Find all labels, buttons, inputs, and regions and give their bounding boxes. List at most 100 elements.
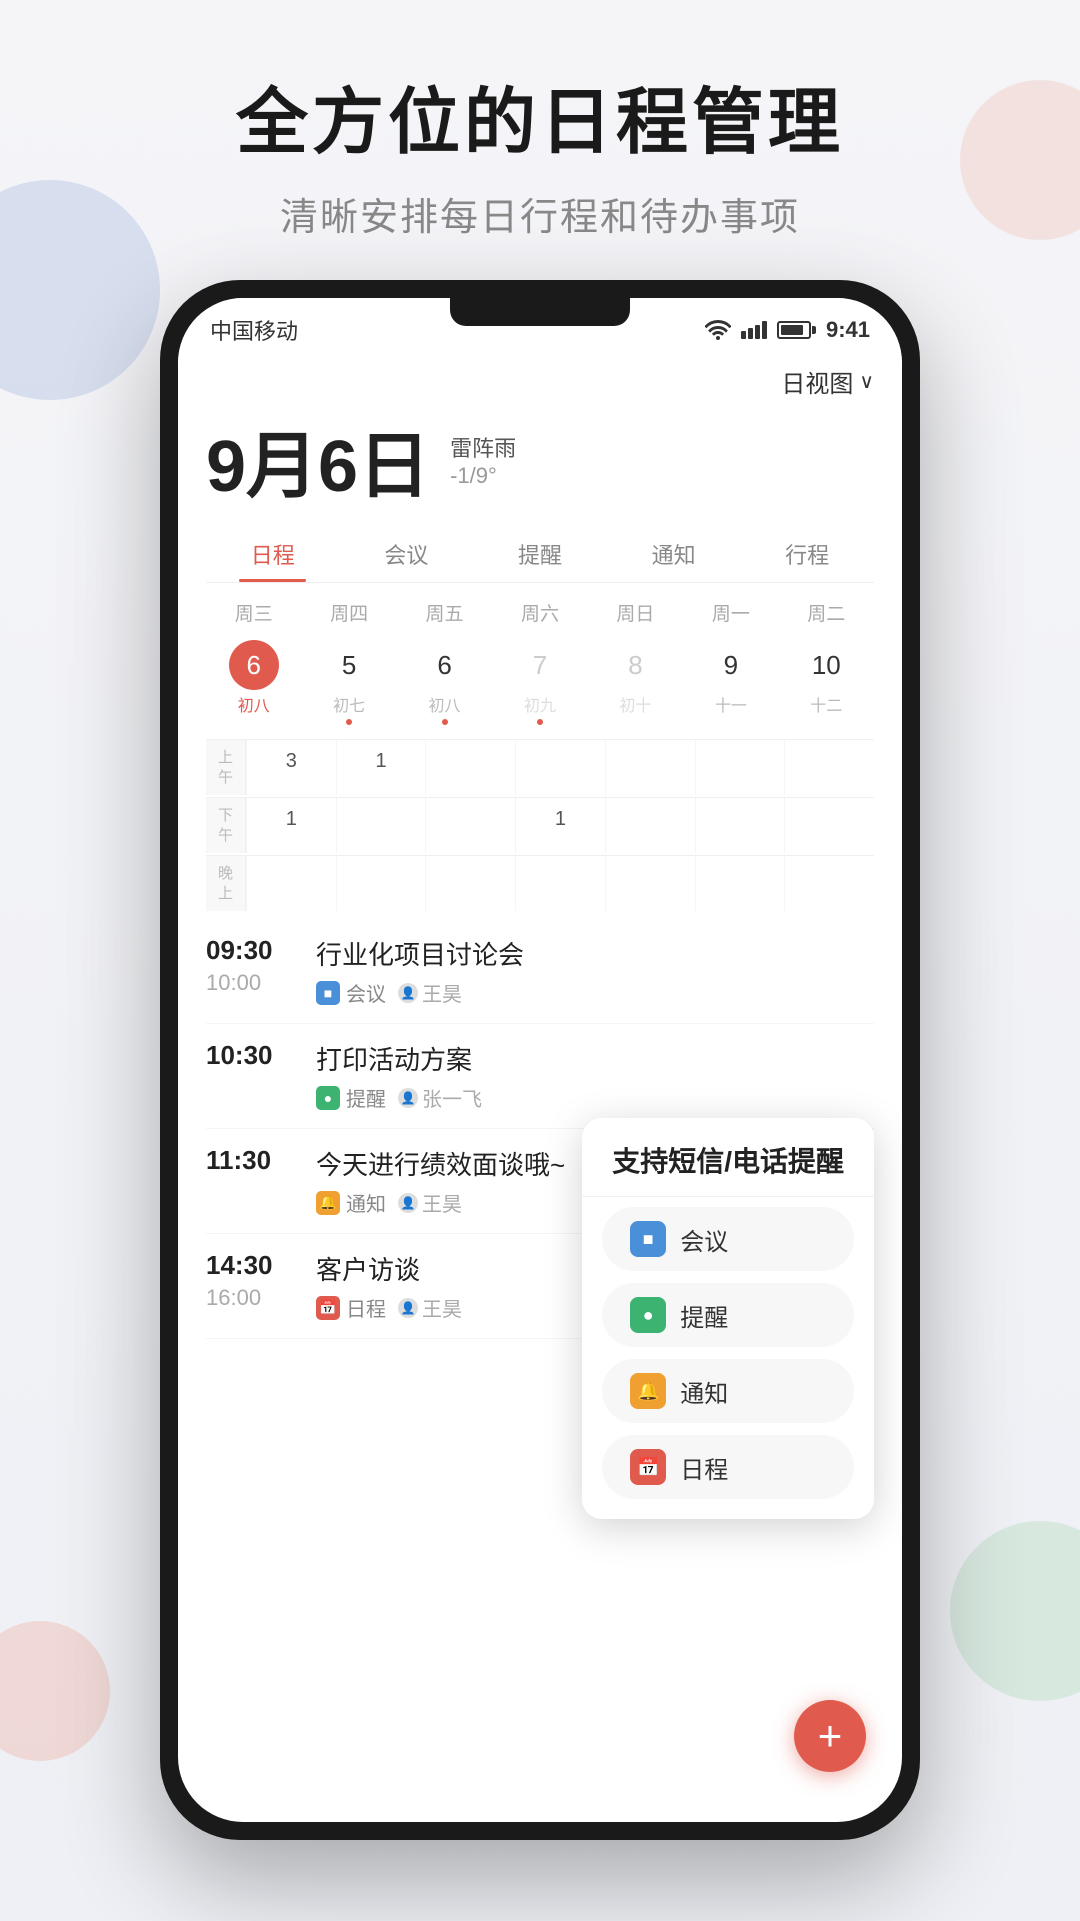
type-label-1: 提醒 [346, 1083, 386, 1112]
event-col-1: 打印活动方案 ● 提醒 👤 张一飞 [316, 1040, 874, 1112]
period-cell-a1 [336, 798, 426, 853]
phone-screen: 中国移动 [178, 298, 902, 1822]
view-selector[interactable]: 日视图 ∨ [781, 364, 874, 399]
type-label-2: 通知 [346, 1188, 386, 1217]
period-label-afternoon: 下 午 [206, 798, 246, 853]
period-cell-m2 [425, 740, 515, 795]
time-start-1: 10:30 [206, 1040, 273, 1071]
time-col-1: 10:30 [206, 1040, 296, 1071]
event-meta-1: ● 提醒 👤 张一飞 [316, 1083, 874, 1112]
period-cell-e5 [695, 856, 785, 911]
date-cell-3[interactable]: 7 初九 [492, 634, 587, 731]
date-cell-0[interactable]: 6 初八 [206, 634, 301, 731]
bg-decoration-green [950, 1521, 1080, 1701]
date-cell-2[interactable]: 6 初八 [397, 634, 492, 731]
lunar-day-6: 十二 [810, 692, 842, 716]
period-cell-a0: 1 [246, 798, 336, 853]
period-cell-m4 [605, 740, 695, 795]
period-grid-evening: 晚 上 [206, 855, 874, 911]
tab-schedule[interactable]: 日程 [206, 528, 340, 582]
tooltip-action-notify[interactable]: 🔔 通知 [602, 1359, 854, 1423]
phone-notch [450, 298, 630, 326]
period-label-evening: 晚 上 [206, 856, 246, 911]
tab-notify[interactable]: 通知 [607, 528, 741, 582]
tab-bar: 日程 会议 提醒 通知 行程 [206, 528, 874, 583]
time-col-2: 11:30 [206, 1145, 296, 1176]
tooltip-action-schedule[interactable]: 📅 日程 [602, 1435, 854, 1499]
person-icon-1: 👤 [398, 1088, 418, 1108]
weather-temp: -1/9° [450, 463, 516, 489]
period-grid-afternoon: 下 午 1 1 [206, 797, 874, 853]
date-cell-1[interactable]: 5 初七 [301, 634, 396, 731]
lunar-day-0: 初八 [238, 692, 270, 716]
period-cell-a5 [695, 798, 785, 853]
lunar-day-2: 初八 [429, 692, 461, 716]
event-type-1: ● 提醒 [316, 1083, 386, 1112]
period-cell-m6 [784, 740, 874, 795]
event-type-0: ■ 会议 [316, 978, 386, 1007]
time-col-3: 14:30 16:00 [206, 1250, 296, 1311]
type-icon-schedule-3: 📅 [316, 1296, 340, 1320]
event-type-2: 🔔 通知 [316, 1188, 386, 1217]
period-cell-e0 [246, 856, 336, 911]
week-dates: 6 初八 5 初七 6 初八 7 [206, 634, 874, 731]
date-number-2: 6 [420, 640, 470, 690]
tooltip-action-meeting[interactable]: ■ 会议 [602, 1207, 854, 1271]
tooltip-action-reminder[interactable]: ● 提醒 [602, 1283, 854, 1347]
date-number-1: 5 [324, 640, 374, 690]
date-cell-6[interactable]: 10 十二 [779, 634, 874, 731]
weekday-label-0: 周三 [206, 595, 301, 630]
week-header: 周三 周四 周五 周六 周日 周一 周二 [206, 595, 874, 630]
tooltip-icon-meeting: ■ [630, 1221, 666, 1257]
view-selector-label: 日视图 [781, 364, 853, 399]
wifi-icon [705, 320, 731, 340]
schedule-item-0[interactable]: 09:30 10:00 行业化项目讨论会 ■ 会议 [206, 919, 874, 1024]
weather-info: 雷阵雨 -1/9° [450, 431, 516, 489]
fab-add-button[interactable]: + [794, 1700, 866, 1772]
bg-decoration-salmon [0, 1621, 110, 1761]
person-name-2: 王昊 [422, 1188, 462, 1217]
tooltip-label-schedule: 日程 [680, 1450, 728, 1485]
period-cell-e4 [605, 856, 695, 911]
tab-reminder[interactable]: 提醒 [473, 528, 607, 582]
weekday-label-1: 周四 [301, 595, 396, 630]
phone-outer: 中国移动 [160, 280, 920, 1840]
date-number-5: 9 [706, 640, 756, 690]
event-type-3: 📅 日程 [316, 1293, 386, 1322]
period-cell-m3 [515, 740, 605, 795]
time-end-0: 10:00 [206, 970, 261, 996]
date-number-0: 6 [229, 640, 279, 690]
tab-itinerary[interactable]: 行程 [740, 528, 874, 582]
status-carrier: 中国移动 [210, 314, 298, 346]
date-cell-4[interactable]: 8 初十 [588, 634, 683, 731]
schedule-item-1[interactable]: 10:30 打印活动方案 ● 提醒 👤 张 [206, 1024, 874, 1129]
current-date: 9月6日 [206, 407, 430, 512]
tooltip-popup: 支持短信/电话提醒 ■ 会议 ● 提醒 🔔 通知 📅 [582, 1118, 874, 1519]
tab-meeting[interactable]: 会议 [340, 528, 474, 582]
weekday-label-6: 周二 [779, 595, 874, 630]
tooltip-label-reminder: 提醒 [680, 1298, 728, 1333]
tooltip-icon-reminder: ● [630, 1297, 666, 1333]
date-cell-5[interactable]: 9 十一 [683, 634, 778, 731]
time-start-2: 11:30 [206, 1145, 271, 1176]
lunar-day-1: 初七 [333, 692, 365, 716]
date-number-3: 7 [515, 640, 565, 690]
period-cell-m0: 3 [246, 740, 336, 795]
type-icon-meeting-0: ■ [316, 981, 340, 1005]
period-grid-morning: 上 午 3 1 [206, 739, 874, 795]
person-name-0: 王昊 [422, 978, 462, 1007]
event-title-0: 行业化项目讨论会 [316, 935, 874, 972]
period-cell-e3 [515, 856, 605, 911]
period-cell-a6 [784, 798, 874, 853]
period-cell-m5 [695, 740, 785, 795]
period-cell-e1 [336, 856, 426, 911]
page-title: 全方位的日程管理 [0, 80, 1080, 166]
person-name-3: 王昊 [422, 1293, 462, 1322]
event-person-3: 👤 王昊 [398, 1293, 462, 1322]
page-subtitle: 清晰安排每日行程和待办事项 [0, 186, 1080, 241]
time-end-3: 16:00 [206, 1285, 261, 1311]
period-cell-a2 [425, 798, 515, 853]
weekday-label-4: 周日 [588, 595, 683, 630]
time-start-0: 09:30 [206, 935, 273, 966]
event-dot-1 [346, 719, 352, 725]
